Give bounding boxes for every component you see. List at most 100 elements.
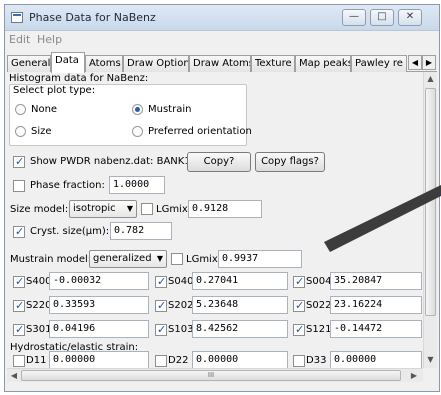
cryst-size-input[interactable]: 0.782: [110, 222, 172, 240]
vertical-scrollbar[interactable]: ▲ ▼: [423, 72, 437, 368]
maximize-button[interactable]: □: [370, 9, 394, 26]
tab-scroll-left[interactable]: ◀: [408, 55, 422, 70]
scroll-up-icon[interactable]: ▲: [424, 72, 437, 86]
s301-checkbox[interactable]: [13, 323, 25, 336]
size-model-label: Size model:: [10, 204, 69, 215]
s022-checkbox[interactable]: [293, 299, 305, 312]
chevron-down-icon: ▼: [156, 254, 163, 263]
size-model-value: isotropic: [73, 203, 116, 214]
d11-label: D11: [26, 355, 47, 366]
tab-scroll-right[interactable]: ▶: [422, 55, 436, 70]
tab-pawley[interactable]: Pawley re: [351, 55, 407, 72]
radio-preferred-label: Preferred orientation: [148, 126, 252, 137]
tab-general[interactable]: General: [7, 55, 51, 72]
mustrain-lgmix-label: LGmix: [186, 254, 218, 265]
scroll-right-icon[interactable]: ▶: [407, 369, 421, 382]
s220-checkbox[interactable]: [13, 299, 25, 312]
data-panel: Histogram data for NaBenz: Select plot t…: [7, 72, 422, 368]
mustrain-lgmix-input[interactable]: 0.9937: [218, 250, 302, 268]
plot-type-label: Select plot type:: [13, 85, 96, 96]
s121-input[interactable]: -0.14472: [330, 320, 422, 338]
tab-draw-options[interactable]: Draw Options: [123, 55, 189, 72]
mustrain-model-select[interactable]: generalized ▼: [89, 250, 167, 268]
s220-input[interactable]: 0.33593: [49, 296, 149, 314]
d22-input[interactable]: 0.00000: [192, 351, 288, 368]
s220-label: S220: [26, 300, 52, 311]
cryst-size-label: Cryst. size(µm):: [30, 226, 110, 237]
close-button[interactable]: ✕: [398, 9, 422, 26]
s040-label: S040: [168, 276, 194, 287]
phase-fraction-checkbox[interactable]: [13, 180, 25, 192]
window-title: Phase Data for NaBenz: [29, 11, 156, 24]
show-pwdr-label: Show PWDR nabenz.dat: BANK1: [30, 156, 191, 167]
d33-checkbox[interactable]: [293, 355, 305, 367]
s400-input[interactable]: -0.00032: [49, 272, 149, 290]
mustrain-model-value: generalized: [93, 253, 152, 264]
horizontal-scroll-thumb[interactable]: III: [21, 370, 401, 381]
radio-size[interactable]: [15, 126, 26, 137]
size-lgmix-checkbox[interactable]: [141, 203, 153, 215]
s400-label: S400: [26, 276, 52, 287]
size-lgmix-label: LGmix: [156, 204, 188, 215]
menu-bar: Edit Help: [5, 31, 439, 49]
radio-size-label: Size: [31, 126, 52, 137]
radio-mustrain-label: Mustrain: [148, 104, 192, 115]
s301-input[interactable]: 0.04196: [49, 320, 149, 338]
radio-none[interactable]: [15, 104, 26, 115]
radio-preferred-orientation[interactable]: [132, 126, 143, 137]
s121-checkbox[interactable]: [293, 323, 305, 336]
tab-bar: General Data Atoms Draw Options Draw Ato…: [7, 52, 437, 73]
horizontal-scrollbar[interactable]: ◀ III ▶: [7, 368, 423, 382]
s022-input[interactable]: 23.16224: [330, 296, 422, 314]
s400-checkbox[interactable]: [13, 275, 25, 288]
s121-label: S121: [306, 324, 332, 335]
scroll-down-icon[interactable]: ▼: [424, 353, 437, 367]
show-pwdr-checkbox[interactable]: [13, 155, 25, 168]
d11-checkbox[interactable]: [13, 355, 25, 367]
chevron-down-icon: ▼: [126, 204, 133, 213]
d11-input[interactable]: 0.00000: [49, 351, 149, 368]
s004-checkbox[interactable]: [293, 275, 305, 288]
scroll-left-icon[interactable]: ◀: [7, 369, 21, 382]
radio-none-label: None: [31, 104, 58, 115]
s103-label: S103: [168, 324, 194, 335]
tab-draw-atoms[interactable]: Draw Atoms: [189, 55, 251, 72]
phase-fraction-label: Phase fraction:: [30, 180, 105, 191]
minimize-button[interactable]: —: [342, 9, 366, 26]
tab-atoms[interactable]: Atoms: [85, 55, 123, 72]
s301-label: S301: [26, 324, 52, 335]
d22-label: D22: [168, 355, 189, 366]
tab-map-peaks[interactable]: Map peaks: [295, 55, 351, 72]
menu-edit[interactable]: Edit: [9, 33, 30, 46]
histogram-header: Histogram data for NaBenz:: [9, 73, 149, 84]
size-lgmix-input[interactable]: 0.9128: [188, 200, 262, 218]
s202-checkbox[interactable]: [155, 299, 167, 312]
phase-data-window: Phase Data for NaBenz — □ ✕ Edit Help Ge…: [4, 4, 440, 392]
tab-texture[interactable]: Texture: [251, 55, 295, 72]
s040-checkbox[interactable]: [155, 275, 167, 288]
phase-fraction-input[interactable]: 1.0000: [109, 176, 165, 194]
title-bar[interactable]: Phase Data for NaBenz — □ ✕: [5, 5, 439, 31]
radio-mustrain[interactable]: [132, 104, 143, 115]
cryst-size-checkbox[interactable]: [13, 225, 25, 238]
s202-label: S202: [168, 300, 194, 311]
d33-input[interactable]: 0.00000: [330, 351, 422, 368]
s004-input[interactable]: 35.20847: [330, 272, 422, 290]
mustrain-model-label: Mustrain model:: [10, 254, 92, 265]
s103-input[interactable]: 8.42562: [192, 320, 288, 338]
d33-label: D33: [306, 355, 327, 366]
d22-checkbox[interactable]: [155, 355, 167, 367]
s022-label: S022: [306, 300, 332, 311]
copy-flags-button[interactable]: Copy flags?: [255, 152, 325, 172]
s040-input[interactable]: 0.27041: [192, 272, 288, 290]
vertical-scroll-thumb[interactable]: [425, 88, 436, 316]
menu-help[interactable]: Help: [37, 33, 62, 46]
copy-button[interactable]: Copy?: [187, 152, 251, 172]
size-model-select[interactable]: isotropic ▼: [69, 200, 137, 218]
s202-input[interactable]: 5.23648: [192, 296, 288, 314]
app-icon: [11, 12, 23, 23]
mustrain-lgmix-checkbox[interactable]: [171, 253, 183, 265]
s103-checkbox[interactable]: [155, 323, 167, 336]
tab-data[interactable]: Data: [51, 52, 85, 73]
s004-label: S004: [306, 276, 332, 287]
